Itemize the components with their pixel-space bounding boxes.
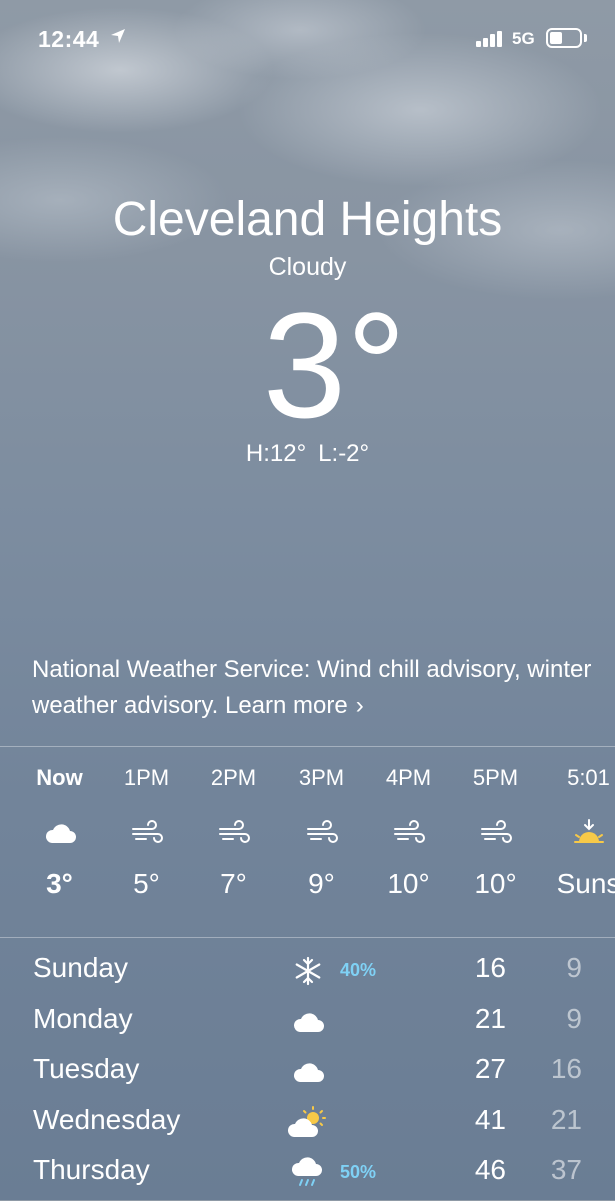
rain-icon <box>288 1156 328 1190</box>
snowflake-icon <box>288 954 328 988</box>
hour-temp: 5° <box>133 868 160 899</box>
hour-temp: 10° <box>474 868 517 899</box>
wind-icon <box>190 808 277 858</box>
battery-icon <box>546 28 582 48</box>
partly-sunny-icon <box>288 1105 328 1140</box>
day-low: 16 <box>550 1053 582 1084</box>
divider <box>0 937 615 938</box>
divider <box>0 746 615 747</box>
current-condition: Cloudy <box>268 253 347 281</box>
hour-column: 5PM 10° <box>452 762 539 900</box>
day-low: 21 <box>550 1103 582 1135</box>
hour-column: 2PM 7° <box>190 762 277 900</box>
wind-icon <box>278 808 365 858</box>
day-row[interactable]: Monday 21 9 <box>0 999 615 1050</box>
hour-time: 5:01 <box>567 765 610 790</box>
hour-column: 1PM 5° <box>103 762 190 900</box>
cloud-icon <box>288 1005 328 1039</box>
status-bar: 12:44 5G <box>0 0 615 80</box>
hour-time: 3PM <box>298 765 345 790</box>
hour-temp: 3° <box>46 868 73 899</box>
chevron-right-icon: › <box>355 692 364 719</box>
hour-time: 5PM <box>472 765 519 790</box>
hour-column: 4PM 10° <box>365 762 452 900</box>
city-name: Cleveland Heights <box>112 193 503 246</box>
hour-column: 5:01 Suns <box>545 762 615 900</box>
day-name: Sunday <box>33 952 128 983</box>
wind-icon <box>452 808 539 858</box>
wind-icon <box>365 808 452 858</box>
day-name: Wednesday <box>33 1103 181 1135</box>
hour-temp: 7° <box>220 868 247 899</box>
hour-temp: 9° <box>308 868 335 899</box>
day-low: 9 <box>566 1002 582 1034</box>
hour-time: 4PM <box>385 765 432 790</box>
day-row[interactable]: Wednesday 41 21 <box>0 1100 615 1151</box>
day-row[interactable]: Tuesday 27 16 <box>0 1049 615 1100</box>
hour-time: Now <box>36 765 83 790</box>
cloud-icon <box>288 1055 328 1089</box>
current-temperature: 3° <box>262 281 407 449</box>
hour-temp: Suns <box>556 868 615 899</box>
hour-time: 1PM <box>123 765 170 790</box>
day-row[interactable]: Sunday 40% 16 9 <box>0 948 615 999</box>
day-high: 27 <box>474 1053 506 1084</box>
status-time: 12:44 <box>38 26 100 52</box>
precip-chance: 40% <box>340 960 377 980</box>
hour-time: 2PM <box>210 765 257 790</box>
location-arrow-icon <box>111 29 125 43</box>
day-row[interactable]: Thursday 50% 46 37 <box>0 1150 615 1201</box>
hour-temp: 10° <box>387 868 430 899</box>
hour-column: 3PM 9° <box>278 762 365 900</box>
high-low: H:12° L:-2° <box>0 440 615 468</box>
daily-forecast[interactable]: Sunday 40% 16 9 Monday 21 9 Tuesday 27 16 Wednesda… <box>0 948 615 1201</box>
hourly-forecast[interactable]: Now 3° 1PM 5° 2PM 7° 3PM 9° 4PM 10° 5PM 10° 5:01 Suns <box>0 762 615 932</box>
high-temp: H:12° <box>245 440 307 467</box>
day-high: 41 <box>474 1103 506 1135</box>
signal-icon <box>476 31 502 47</box>
battery-tip <box>584 34 587 42</box>
day-name: Tuesday <box>33 1053 140 1084</box>
hour-column: Now 3° <box>16 762 103 900</box>
weather-advisory[interactable]: National Weather Service: Wind chill adv… <box>32 652 592 724</box>
day-high: 16 <box>474 952 506 983</box>
precip-chance: 50% <box>340 1162 377 1182</box>
day-high: 21 <box>474 1002 506 1034</box>
day-low: 9 <box>566 952 582 983</box>
sunset-icon <box>545 808 615 858</box>
network-label: 5G <box>512 29 535 48</box>
low-temp: L:-2° <box>318 440 370 467</box>
day-name: Thursday <box>33 1154 150 1185</box>
cloud-icon <box>16 808 103 858</box>
day-high: 46 <box>474 1154 506 1185</box>
day-name: Monday <box>33 1002 133 1034</box>
advisory-text: National Weather Service: Wind chill adv… <box>32 656 592 719</box>
day-low: 37 <box>550 1154 582 1185</box>
wind-icon <box>103 808 190 858</box>
